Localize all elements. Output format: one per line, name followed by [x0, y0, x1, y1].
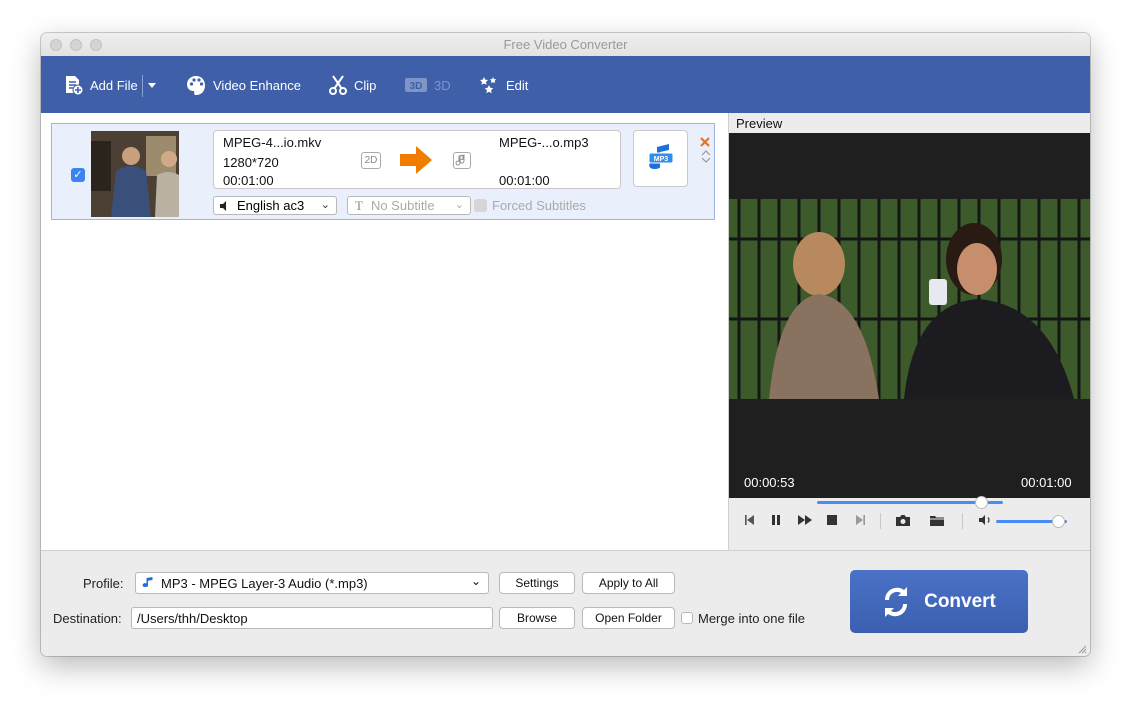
fast-forward-button[interactable]: [798, 514, 812, 529]
convert-arrows-icon: [885, 586, 908, 617]
video-enhance-button[interactable]: Video Enhance: [185, 72, 301, 98]
video-frame: [729, 199, 1090, 399]
convert-button[interactable]: Convert: [850, 570, 1028, 633]
mp3-badge-text: MP3: [654, 156, 669, 163]
folder-icon: [930, 516, 944, 526]
snapshot-button[interactable]: [895, 514, 911, 530]
skip-back-icon: [745, 515, 754, 525]
volume-icon: [979, 515, 990, 525]
audio-track-select[interactable]: English ac3 ⌄: [213, 196, 337, 215]
toolbar: Add File Video Enhance Clip 3D 3D Edit: [41, 56, 1090, 113]
scissors-icon: [329, 75, 347, 95]
settings-button[interactable]: Settings: [499, 572, 575, 594]
edit-label: Edit: [506, 77, 529, 93]
skip-back-button[interactable]: [745, 514, 755, 529]
toolbar-separator: [142, 75, 143, 97]
skip-forward-button[interactable]: [855, 514, 865, 529]
forced-subtitles-label: Forced Subtitles: [492, 198, 586, 213]
camera-icon: [896, 515, 910, 526]
edit-button[interactable]: Edit: [478, 72, 528, 98]
chevron-down-icon: ⌄: [320, 199, 330, 211]
3d-icon: 3D: [405, 78, 427, 92]
add-file-button[interactable]: Add File: [62, 72, 138, 98]
music-note-icon: [453, 152, 471, 169]
caret-down-icon: [148, 83, 156, 88]
target-filename: MPEG-...o.mp3: [499, 135, 589, 150]
destination-value: /Users/thh/Desktop: [137, 610, 248, 626]
skip-forward-icon: [856, 515, 865, 525]
mp3-format-icon: MP3: [648, 144, 674, 169]
forced-subtitles-checkbox[interactable]: [474, 199, 487, 212]
file-list: ✓ MPEG-4...io.mkv 1280*720 00:01:00 2D M…: [41, 113, 729, 550]
merge-checkbox[interactable]: [681, 612, 693, 624]
2d-badge: 2D: [361, 152, 381, 169]
stop-icon: [827, 515, 837, 525]
controls-divider: [880, 513, 881, 529]
open-snapshot-folder-button[interactable]: [929, 514, 945, 530]
controls-divider: [962, 513, 963, 529]
seek-knob[interactable]: [975, 496, 989, 509]
video-enhance-label: Video Enhance: [213, 77, 301, 93]
merge-label: Merge into one file: [698, 611, 805, 626]
file-item-checkbox[interactable]: ✓: [71, 168, 85, 182]
window-title: Free Video Converter: [503, 37, 628, 52]
chevron-down-icon: ⌄: [470, 574, 481, 588]
conversion-info-box: MPEG-4...io.mkv 1280*720 00:01:00 2D MPE…: [213, 130, 621, 189]
add-file-icon: [66, 76, 84, 96]
text-t-icon: T: [355, 197, 363, 213]
apply-to-all-button[interactable]: Apply to All: [582, 572, 675, 594]
seek-bar[interactable]: [817, 496, 1003, 509]
palette-icon: [187, 76, 205, 95]
stars-edit-icon: [480, 77, 497, 94]
profile-select[interactable]: MP3 - MPEG Layer-3 Audio (*.mp3) ⌄: [135, 572, 489, 594]
3d-label: 3D: [434, 77, 451, 93]
video-thumbnail: [91, 131, 179, 217]
title-bar: Free Video Converter: [41, 33, 1090, 57]
source-resolution: 1280*720: [223, 155, 279, 170]
convert-arrow-icon: [400, 146, 432, 174]
profile-label: Profile:: [83, 576, 124, 591]
audio-track-value: English ac3: [237, 198, 305, 213]
output-settings-bar: Profile: MP3 - MPEG Layer-3 Audio (*.mp3…: [41, 550, 1090, 656]
subtitle-select[interactable]: T No Subtitle ⌄: [347, 196, 471, 215]
move-up-icon[interactable]: [701, 149, 711, 156]
delete-icon[interactable]: [700, 137, 710, 147]
stop-button[interactable]: [827, 514, 837, 529]
profile-value: MP3 - MPEG Layer-3 Audio (*.mp3): [161, 575, 368, 591]
move-down-icon[interactable]: [701, 157, 711, 164]
video-player[interactable]: 00:00:53 00:01:00: [729, 133, 1090, 509]
open-folder-button[interactable]: Open Folder: [582, 607, 675, 629]
mp3-small-icon: [142, 577, 153, 587]
preview-label: Preview: [736, 116, 783, 131]
current-time: 00:00:53: [744, 475, 795, 490]
total-time: 00:01:00: [1021, 475, 1072, 490]
output-format-button[interactable]: MP3: [633, 130, 688, 187]
clip-button[interactable]: Clip: [328, 72, 376, 98]
add-file-label: Add File: [90, 77, 138, 93]
add-file-dropdown-button[interactable]: [147, 72, 163, 98]
pause-icon: [772, 515, 780, 525]
file-item[interactable]: ✓ MPEG-4...io.mkv 1280*720 00:01:00 2D M…: [51, 123, 715, 220]
volume-knob[interactable]: [1052, 515, 1066, 528]
3d-button[interactable]: 3D 3D: [404, 72, 451, 98]
source-filename: MPEG-4...io.mkv: [223, 135, 322, 150]
browse-button[interactable]: Browse: [499, 607, 575, 629]
volume-slider[interactable]: [996, 515, 1067, 528]
resize-grip-icon[interactable]: [1077, 644, 1087, 654]
target-duration: 00:01:00: [499, 173, 550, 188]
chevron-down-icon: ⌄: [454, 199, 464, 211]
app-window: Free Video Converter Add File Video Enha…: [41, 33, 1090, 656]
svg-text:3D: 3D: [410, 81, 423, 92]
pause-button[interactable]: [771, 514, 781, 529]
destination-input[interactable]: /Users/thh/Desktop: [131, 607, 493, 629]
fast-forward-icon: [798, 515, 812, 525]
convert-label: Convert: [924, 590, 996, 612]
speaker-icon: [220, 200, 226, 211]
mute-button[interactable]: [978, 514, 994, 529]
preview-panel: Preview 00:00:53 00:01:00: [729, 113, 1090, 550]
destination-label: Destination:: [53, 611, 122, 626]
clip-label: Clip: [354, 77, 377, 93]
source-duration: 00:01:00: [223, 173, 274, 188]
subtitle-value: No Subtitle: [370, 198, 435, 213]
